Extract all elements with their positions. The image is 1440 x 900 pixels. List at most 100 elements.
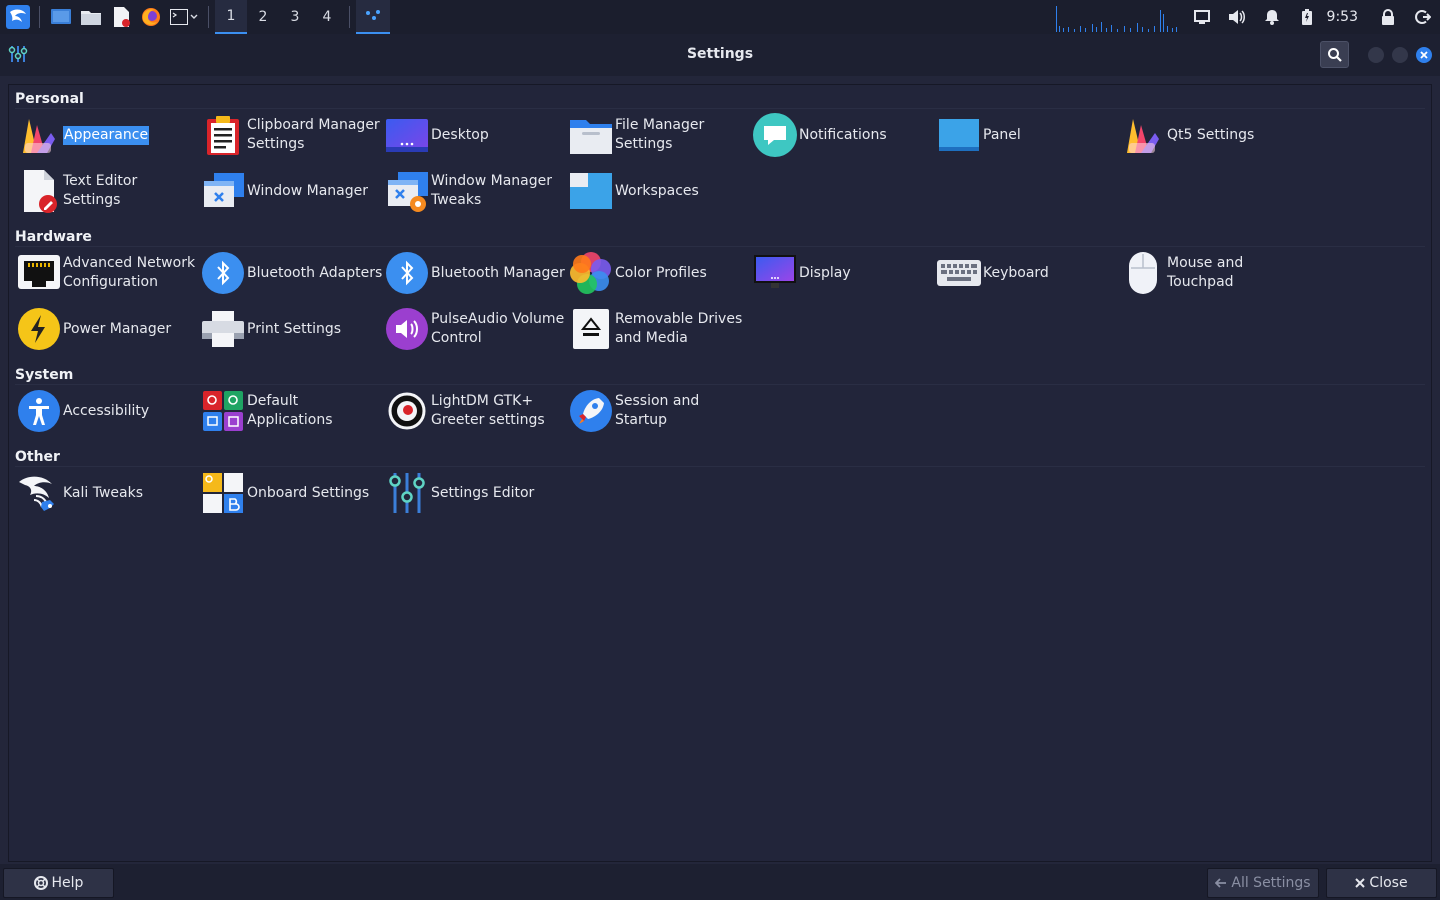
item-label: Workspaces xyxy=(615,182,699,199)
text-editor-launcher[interactable] xyxy=(106,2,136,32)
file-manager-launcher[interactable] xyxy=(76,2,106,32)
section-title-system: System xyxy=(15,367,74,383)
network-icon xyxy=(15,249,63,297)
workspace-2[interactable]: 2 xyxy=(247,0,279,34)
display-icon xyxy=(751,249,799,297)
item-label: Default Applications xyxy=(247,393,333,428)
item-keyboard[interactable]: Keyboard xyxy=(935,245,1119,301)
item-qt5-settings[interactable]: Qt5 Settings xyxy=(1119,107,1303,163)
terminal-launcher[interactable] xyxy=(166,2,202,32)
logout-icon xyxy=(1414,10,1431,24)
firefox-icon xyxy=(142,8,160,26)
display-tray[interactable] xyxy=(1185,0,1220,34)
clock[interactable]: 9:53 xyxy=(1327,9,1358,25)
workspace-4[interactable]: 4 xyxy=(311,0,343,34)
lock-screen-button[interactable] xyxy=(1370,0,1405,34)
item-panel[interactable]: Panel xyxy=(935,107,1119,163)
panel-separator xyxy=(208,6,209,28)
item-bluetooth-manager[interactable]: Bluetooth Manager xyxy=(383,245,567,301)
item-label: Mouse and Touchpad xyxy=(1167,255,1244,290)
item-display[interactable]: Display xyxy=(751,245,935,301)
item-label: Removable Drives and Media xyxy=(615,311,743,346)
firefox-launcher[interactable] xyxy=(136,2,166,32)
system-tray: 9:53 xyxy=(1185,0,1440,34)
item-window-manager[interactable]: Window Manager xyxy=(199,163,383,219)
item-label: LightDM GTK+ Greeter settings xyxy=(431,393,545,428)
item-session-startup[interactable]: Session and Startup xyxy=(567,383,751,439)
panel-separator xyxy=(349,6,350,28)
item-clipboard-manager[interactable]: Clipboard Manager Settings xyxy=(199,107,383,163)
chevron-down-icon xyxy=(190,14,198,19)
lock-icon xyxy=(1381,9,1394,25)
item-label: Onboard Settings xyxy=(247,484,370,501)
item-notifications[interactable]: Notifications xyxy=(751,107,935,163)
default-apps-icon xyxy=(199,387,247,435)
item-pulseaudio[interactable]: PulseAudio Volume Control xyxy=(383,301,567,357)
item-label: Keyboard xyxy=(983,264,1049,281)
item-workspaces[interactable]: Workspaces xyxy=(567,163,751,219)
dialog-button-bar: Help All Settings Close xyxy=(0,864,1440,900)
all-settings-button-label: All Settings xyxy=(1231,875,1311,891)
item-label: Window Manager xyxy=(247,182,369,199)
item-label: Qt5 Settings xyxy=(1167,126,1255,143)
all-settings-button[interactable]: All Settings xyxy=(1207,868,1319,898)
help-button[interactable]: Help xyxy=(3,868,114,898)
minimize-button[interactable] xyxy=(1368,47,1384,63)
volume-tray[interactable] xyxy=(1220,0,1255,34)
item-settings-editor[interactable]: Settings Editor xyxy=(383,465,567,521)
kali-menu-launcher[interactable] xyxy=(3,2,33,32)
kali-dragon-icon xyxy=(15,469,63,517)
item-label: Accessibility xyxy=(63,402,150,419)
item-appearance[interactable]: Appearance xyxy=(15,107,199,163)
help-icon xyxy=(33,876,48,890)
item-power-manager[interactable]: Power Manager xyxy=(15,301,199,357)
desktop-icon xyxy=(383,111,431,159)
close-button[interactable]: Close xyxy=(1326,868,1437,898)
item-color-profiles[interactable]: Color Profiles xyxy=(567,245,751,301)
workspace-3[interactable]: 3 xyxy=(279,0,311,34)
help-button-label: Help xyxy=(51,875,84,891)
onboard-icon xyxy=(199,469,247,517)
item-window-manager-tweaks[interactable]: Window Manager Tweaks xyxy=(383,163,567,219)
item-text-editor-settings[interactable]: Text Editor Settings xyxy=(15,163,199,219)
workspace-1[interactable]: 1 xyxy=(215,0,247,34)
item-mouse-touchpad[interactable]: Mouse and Touchpad xyxy=(1119,245,1303,301)
search-button[interactable] xyxy=(1320,41,1349,68)
window-tweaks-icon xyxy=(383,167,431,215)
item-removable-drives[interactable]: Removable Drives and Media xyxy=(567,301,751,357)
item-bluetooth-adapters[interactable]: Bluetooth Adapters xyxy=(199,245,383,301)
power-icon xyxy=(15,305,63,353)
maximize-button[interactable] xyxy=(1392,47,1408,63)
logout-button[interactable] xyxy=(1405,0,1440,34)
taskbar-settings-window[interactable] xyxy=(356,0,390,34)
item-kali-tweaks[interactable]: Kali Tweaks xyxy=(15,465,199,521)
appearance-icon xyxy=(15,111,63,159)
item-label: Session and Startup xyxy=(615,393,700,428)
volume-icon xyxy=(383,305,431,353)
close-window-button[interactable] xyxy=(1416,47,1432,63)
show-desktop-launcher[interactable] xyxy=(46,2,76,32)
text-editor-icon xyxy=(15,167,63,215)
window-titlebar[interactable]: Settings xyxy=(0,34,1440,76)
bell-icon xyxy=(1265,10,1280,25)
window-manager-icon xyxy=(199,167,247,215)
section-title-personal: Personal xyxy=(15,91,84,107)
item-default-applications[interactable]: Default Applications xyxy=(199,383,383,439)
item-label: Window Manager Tweaks xyxy=(431,173,553,208)
section-title-hardware: Hardware xyxy=(15,229,92,245)
item-lightdm-greeter[interactable]: LightDM GTK+ Greeter settings xyxy=(383,383,567,439)
item-accessibility[interactable]: Accessibility xyxy=(15,383,199,439)
file-manager-icon xyxy=(81,11,101,25)
item-file-manager[interactable]: File Manager Settings xyxy=(567,107,751,163)
screen-icon xyxy=(1194,10,1211,24)
kali-logo-icon xyxy=(6,5,30,29)
notifications-tray[interactable] xyxy=(1255,0,1290,34)
clipboard-icon xyxy=(199,111,247,159)
item-onboard-settings[interactable]: Onboard Settings xyxy=(199,465,383,521)
printer-icon xyxy=(199,305,247,353)
item-advanced-network[interactable]: Advanced Network Configuration xyxy=(15,245,199,301)
battery-tray[interactable] xyxy=(1290,0,1325,34)
item-desktop[interactable]: Desktop xyxy=(383,107,567,163)
item-print-settings[interactable]: Print Settings xyxy=(199,301,383,357)
speaker-icon xyxy=(1229,10,1246,24)
